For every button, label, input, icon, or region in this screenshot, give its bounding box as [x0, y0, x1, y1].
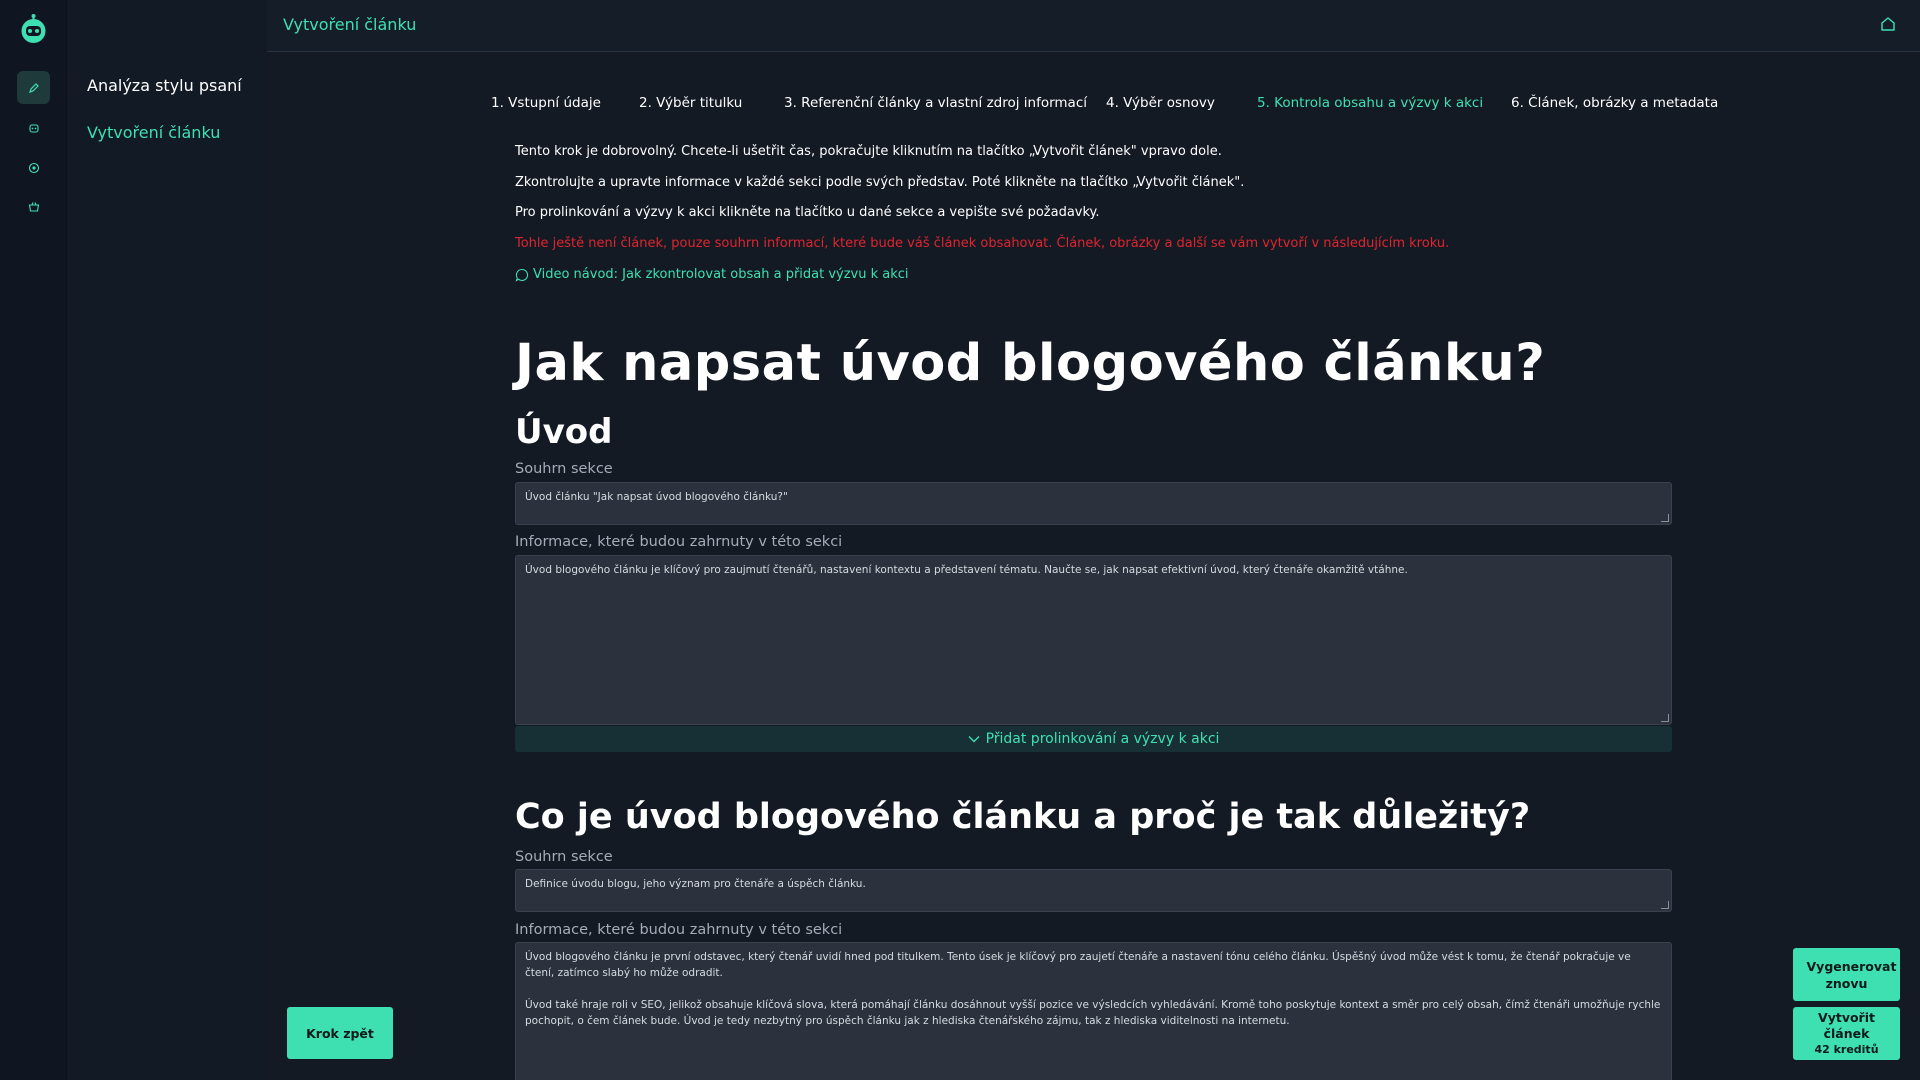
- sidebar-item-article-creation[interactable]: Vytvoření článku: [87, 123, 220, 142]
- section-info-textarea[interactable]: Úvod blogového článku je klíčový pro zau…: [515, 555, 1672, 725]
- basket-icon: [28, 201, 39, 212]
- create-article-label: Vytvořit článek: [1818, 1009, 1875, 1041]
- section-info-textarea[interactable]: Úvod blogového článku je první odstavec,…: [515, 942, 1672, 1080]
- main-content: 1. Vstupní údaje 2. Výběr titulku 3. Ref…: [267, 52, 1920, 1080]
- top-header: Vytvoření článku: [267, 0, 1920, 52]
- wizard-steps: 1. Vstupní údaje 2. Výběr titulku 3. Ref…: [267, 95, 1920, 115]
- step-4[interactable]: 4. Výběr osnovy: [1106, 95, 1215, 111]
- section-info-label: Informace, které budou zahrnuty v této s…: [515, 534, 843, 550]
- resize-handle[interactable]: [1661, 714, 1669, 722]
- add-links-cta-label: Přidat prolinkování a výzvy k akci: [985, 731, 1220, 747]
- rail-settings-button[interactable]: [17, 151, 50, 184]
- create-article-button[interactable]: Vytvořit článek 42 kreditů: [1793, 1007, 1900, 1060]
- intro-warning: Tohle ještě není článek, pouze souhrn in…: [515, 236, 1450, 251]
- step-6[interactable]: 6. Článek, obrázky a metadata: [1511, 95, 1718, 111]
- intro-line-1: Tento krok je dobrovolný. Chcete-li ušet…: [515, 144, 1222, 159]
- section-info-paragraph: Úvod blogového článku je první odstavec,…: [525, 951, 1631, 979]
- video-tutorial-link[interactable]: Video návod: Jak zkontrolovat obsah a př…: [515, 267, 1675, 283]
- step-2[interactable]: 2. Výběr titulku: [639, 95, 742, 111]
- regenerate-button[interactable]: Vygenerovat znovu: [1793, 948, 1900, 1001]
- back-button[interactable]: Krok zpět: [287, 1007, 393, 1059]
- section-heading: Úvod: [515, 412, 613, 452]
- intro-line-3: Pro prolinkování a výzvy k akci klikněte…: [515, 205, 1100, 220]
- rail-basket-button[interactable]: [17, 190, 50, 223]
- section-info-text: Úvod blogového článku je klíčový pro zau…: [525, 564, 1408, 576]
- step-1[interactable]: 1. Vstupní údaje: [491, 95, 601, 111]
- robot-icon: [28, 123, 39, 133]
- home-icon[interactable]: [1880, 16, 1896, 32]
- pen-icon: [28, 82, 39, 93]
- section-summary-text: Definice úvodu blogu, jeho význam pro čt…: [525, 878, 866, 890]
- target-icon: [28, 162, 39, 173]
- section-summary-label: Souhrn sekce: [515, 849, 613, 865]
- section-heading: Co je úvod blogového článku a proč je ta…: [515, 797, 1531, 837]
- resize-handle[interactable]: [1661, 901, 1669, 909]
- section-summary-textarea[interactable]: Úvod článku "Jak napsat úvod blogového č…: [515, 482, 1672, 525]
- section-info-paragraph: Úvod také hraje roli v SEO, jelikož obsa…: [525, 999, 1661, 1027]
- sidebar: Analýza stylu psaní Vytvoření článku: [67, 0, 267, 1080]
- step-5[interactable]: 5. Kontrola obsahu a výzvy k akci: [1257, 95, 1483, 111]
- chat-bubble-icon: [515, 268, 529, 282]
- icon-rail: [0, 0, 67, 1080]
- article-title: Jak napsat úvod blogového článku?: [515, 334, 1546, 393]
- video-tutorial-label: Video návod: Jak zkontrolovat obsah a př…: [533, 267, 909, 282]
- rail-pen-button[interactable]: [17, 71, 50, 104]
- step-3[interactable]: 3. Referenční články a vlastní zdroj inf…: [784, 95, 1087, 111]
- resize-handle[interactable]: [1661, 514, 1669, 522]
- section-summary-label: Souhrn sekce: [515, 461, 613, 477]
- section-summary-text: Úvod článku "Jak napsat úvod blogového č…: [525, 491, 788, 503]
- add-links-cta-button[interactable]: Přidat prolinkování a výzvy k akci: [515, 726, 1672, 752]
- back-button-label: Krok zpět: [306, 1025, 374, 1041]
- sidebar-item-style-analysis[interactable]: Analýza stylu psaní: [87, 76, 242, 95]
- credits-cost: 42 kreditů: [1814, 1042, 1879, 1056]
- page-title: Vytvoření článku: [283, 15, 417, 34]
- app-root: Analýza stylu psaní Vytvoření článku Vyt…: [0, 0, 1920, 1080]
- section-summary-textarea[interactable]: Definice úvodu blogu, jeho význam pro čt…: [515, 869, 1672, 912]
- regenerate-button-label: Vygenerovat znovu: [1806, 958, 1897, 991]
- robot-logo-icon[interactable]: [17, 13, 50, 46]
- section-info-label: Informace, které budou zahrnuty v této s…: [515, 922, 843, 938]
- chevron-down-icon: [968, 736, 980, 743]
- rail-robot-button[interactable]: [17, 111, 50, 144]
- intro-line-2: Zkontrolujte a upravte informace v každé…: [515, 175, 1245, 190]
